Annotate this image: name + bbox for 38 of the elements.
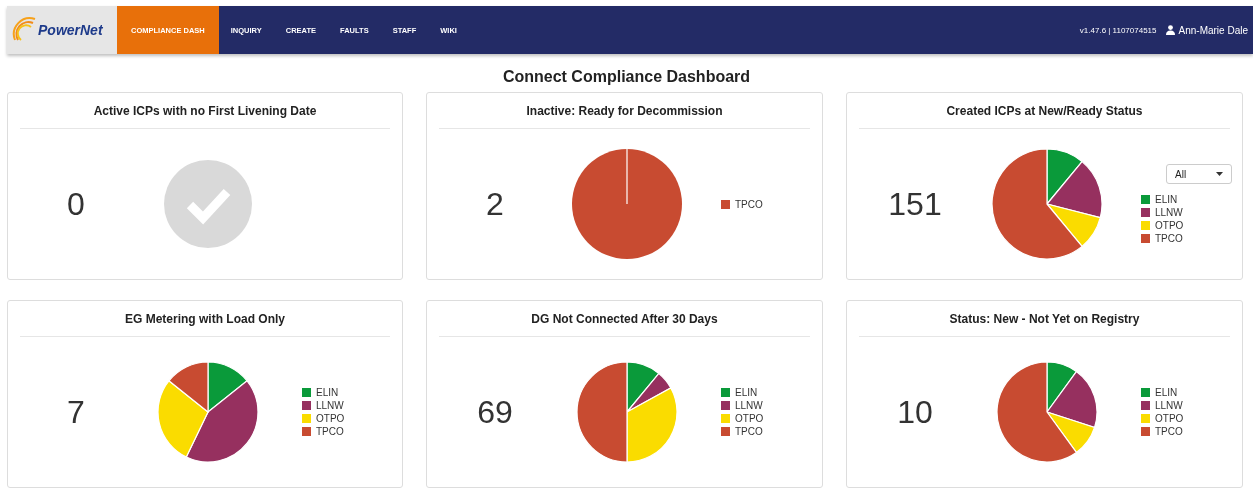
count-value: 2: [486, 185, 504, 222]
count-value: 10: [897, 393, 933, 430]
logo-icon: [11, 16, 37, 44]
count-value: 0: [67, 185, 85, 222]
checkmark-icon: [164, 160, 252, 248]
filter-dropdown[interactable]: All: [1166, 164, 1232, 184]
legend-label: LLNW: [1155, 400, 1183, 411]
page-title: Connect Compliance Dashboard: [501, 68, 752, 86]
legend-label: LLNW: [316, 400, 344, 411]
legend-label: ELIN: [1155, 387, 1178, 398]
legend-label: OTPO: [735, 413, 764, 424]
card-title: Inactive: Ready for Decommission: [526, 103, 723, 118]
legend-label: TPCO: [1155, 426, 1183, 437]
card-title: Created ICPs at New/Ready Status: [946, 103, 1143, 118]
legend-label: LLNW: [735, 400, 763, 411]
count-value: 151: [888, 185, 942, 222]
count-value: 69: [477, 393, 513, 430]
user-icon: [1165, 25, 1175, 35]
legend-label: OTPO: [316, 413, 345, 424]
legend-label: TPCO: [316, 426, 344, 437]
card-title: DG Not Connected After 30 Days: [531, 311, 718, 326]
card-title: EG Metering with Load Only: [125, 311, 285, 326]
card-title: Status: New - Not Yet on Registry: [949, 311, 1140, 326]
legend-label: LLNW: [1155, 207, 1183, 218]
legend-label: TPCO: [735, 198, 763, 210]
legend-label: OTPO: [1155, 220, 1184, 231]
count-value: 7: [67, 393, 85, 430]
legend-label: TPCO: [735, 426, 763, 437]
legend-label: ELIN: [735, 387, 758, 398]
legend-label: TPCO: [1155, 233, 1183, 244]
user-name[interactable]: Ann-Marie Dale: [1178, 24, 1248, 36]
legend-label: OTPO: [1155, 413, 1184, 424]
caret-icon: [1216, 172, 1223, 176]
version-text: v1.47.6 | 1107074515: [1079, 25, 1157, 35]
card-title: Active ICPs with no First Livening Date: [93, 103, 317, 118]
legend-label: ELIN: [316, 387, 339, 398]
legend-label: ELIN: [1155, 194, 1178, 205]
logo-text: PowerNet: [38, 22, 103, 38]
